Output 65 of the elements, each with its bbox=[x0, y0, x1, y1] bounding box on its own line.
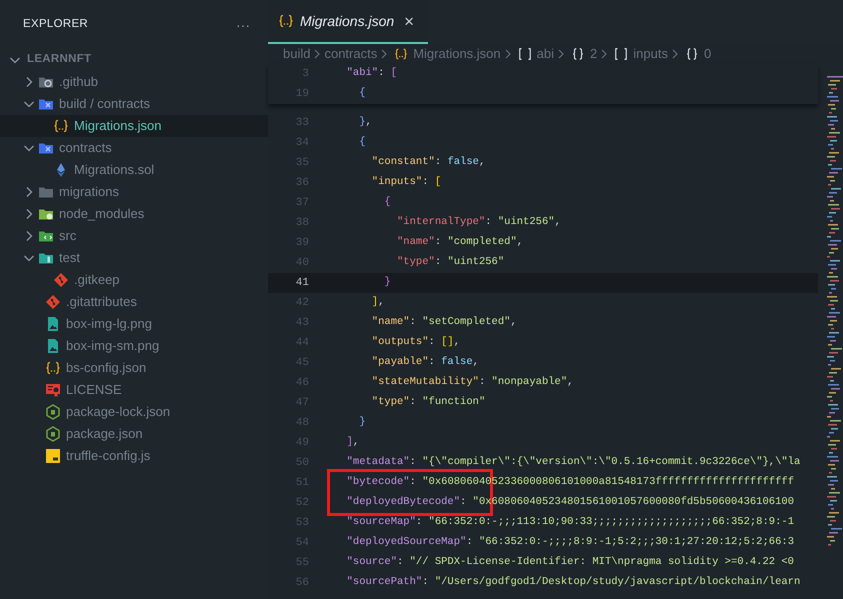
code-line: "payable": false, bbox=[370, 355, 479, 370]
tree-item[interactable]: box-img-sm.png bbox=[0, 335, 268, 357]
close-icon[interactable]: × bbox=[404, 12, 414, 30]
image-file-icon bbox=[45, 316, 61, 332]
code-line: }, bbox=[358, 115, 372, 130]
tree-item[interactable]: migrations bbox=[0, 181, 268, 203]
code-line: } bbox=[358, 415, 366, 430]
tree-item[interactable]: Migrations.json bbox=[0, 115, 268, 137]
code-line: "abi": [ bbox=[346, 66, 398, 82]
line-number: 41 bbox=[294, 276, 309, 291]
breadcrumb-item[interactable]: build bbox=[283, 44, 310, 64]
tree-item[interactable]: src bbox=[0, 225, 268, 247]
tree-item[interactable]: truffle-config.js bbox=[0, 445, 268, 467]
code-line: "source": "// SPDX-License-Identifier: MIT\npragma solidity >=0.4.22 <0 bbox=[346, 555, 794, 570]
tree-item[interactable]: bs-config.json bbox=[0, 357, 268, 379]
code-line: "constant": false, bbox=[370, 155, 486, 170]
code-line: "name": "completed", bbox=[396, 235, 524, 250]
braces-icon bbox=[53, 118, 69, 134]
tree-item[interactable]: test bbox=[0, 247, 268, 269]
explorer-title: EXPLORER bbox=[23, 16, 88, 32]
tree-item[interactable]: .gitkeep bbox=[0, 269, 268, 291]
more-actions-button[interactable]: ··· bbox=[232, 18, 254, 32]
breadcrumb-item[interactable]: inputs bbox=[611, 44, 668, 64]
code-line: "name": "setCompleted", bbox=[370, 315, 517, 330]
tree-item[interactable]: .github bbox=[0, 71, 268, 93]
code-line: "type": "uint256" bbox=[396, 255, 504, 270]
breadcrumb-item[interactable]: 2 bbox=[568, 44, 598, 64]
code-line: "metadata": "{\"compiler\":{\"version\":\"0.5.16+commit.9c3226ce\"},\"la bbox=[346, 455, 800, 470]
tree-item[interactable]: contracts bbox=[0, 137, 268, 159]
hexagon-icon bbox=[45, 404, 61, 420]
code-line: "deployedSourceMap": "66:352:0:-;;;;8:9:-1;5:2;;;30:1;27:20:12;5:2;66:3 bbox=[346, 535, 794, 550]
js-file-icon bbox=[45, 448, 61, 464]
code-line: } bbox=[383, 275, 391, 290]
hexagon-icon bbox=[45, 426, 61, 442]
image-file-icon bbox=[45, 338, 61, 354]
code-line: "internalType": "uint256", bbox=[396, 215, 561, 230]
code-line: "stateMutability": "nonpayable", bbox=[370, 375, 574, 390]
breadcrumb-item[interactable]: 0 bbox=[682, 44, 712, 64]
breadcrumb-item[interactable]: abi bbox=[514, 44, 554, 64]
tree-item[interactable]: package.json bbox=[0, 423, 268, 445]
code-line: { bbox=[358, 86, 366, 102]
code-line: { bbox=[358, 135, 366, 150]
git-icon bbox=[45, 294, 61, 310]
braces-icon bbox=[278, 13, 294, 29]
tree-item[interactable]: build / contracts bbox=[0, 93, 268, 115]
tree-item[interactable]: LICENSE bbox=[0, 379, 268, 401]
tree-item[interactable]: package-lock.json bbox=[0, 401, 268, 423]
tree-item[interactable]: node_modules bbox=[0, 203, 268, 225]
tree-item[interactable]: box-img-lg.png bbox=[0, 313, 268, 335]
code-line: ], bbox=[370, 295, 384, 310]
code-line: ], bbox=[346, 435, 360, 450]
code-line: "sourcePath": "/Users/godfgod1/Desktop/study/javascript/blockchain/learn bbox=[346, 575, 800, 590]
code-line: "type": "function" bbox=[370, 395, 486, 410]
tree-item[interactable]: .gitattributes bbox=[0, 291, 268, 313]
tree-root-row[interactable]: LEARNNFT bbox=[0, 49, 268, 71]
tree-item[interactable]: Migrations.sol bbox=[0, 159, 268, 181]
code-line: "outputs": [], bbox=[370, 335, 460, 350]
braces-icon bbox=[45, 360, 61, 376]
code-line: "sourceMap": "66:352:0:-;;;113:10;90:33;;;;;;;;;;;;;;;;;;;66:352;8:9:-1 bbox=[346, 515, 794, 530]
code-line: "inputs": [ bbox=[370, 175, 442, 190]
code-line: { bbox=[383, 195, 391, 210]
breadcrumb-item[interactable]: contracts bbox=[324, 44, 378, 64]
certificate-icon bbox=[45, 382, 61, 398]
git-icon bbox=[53, 272, 69, 288]
breadcrumb-item[interactable]: Migrations.json bbox=[391, 44, 501, 64]
